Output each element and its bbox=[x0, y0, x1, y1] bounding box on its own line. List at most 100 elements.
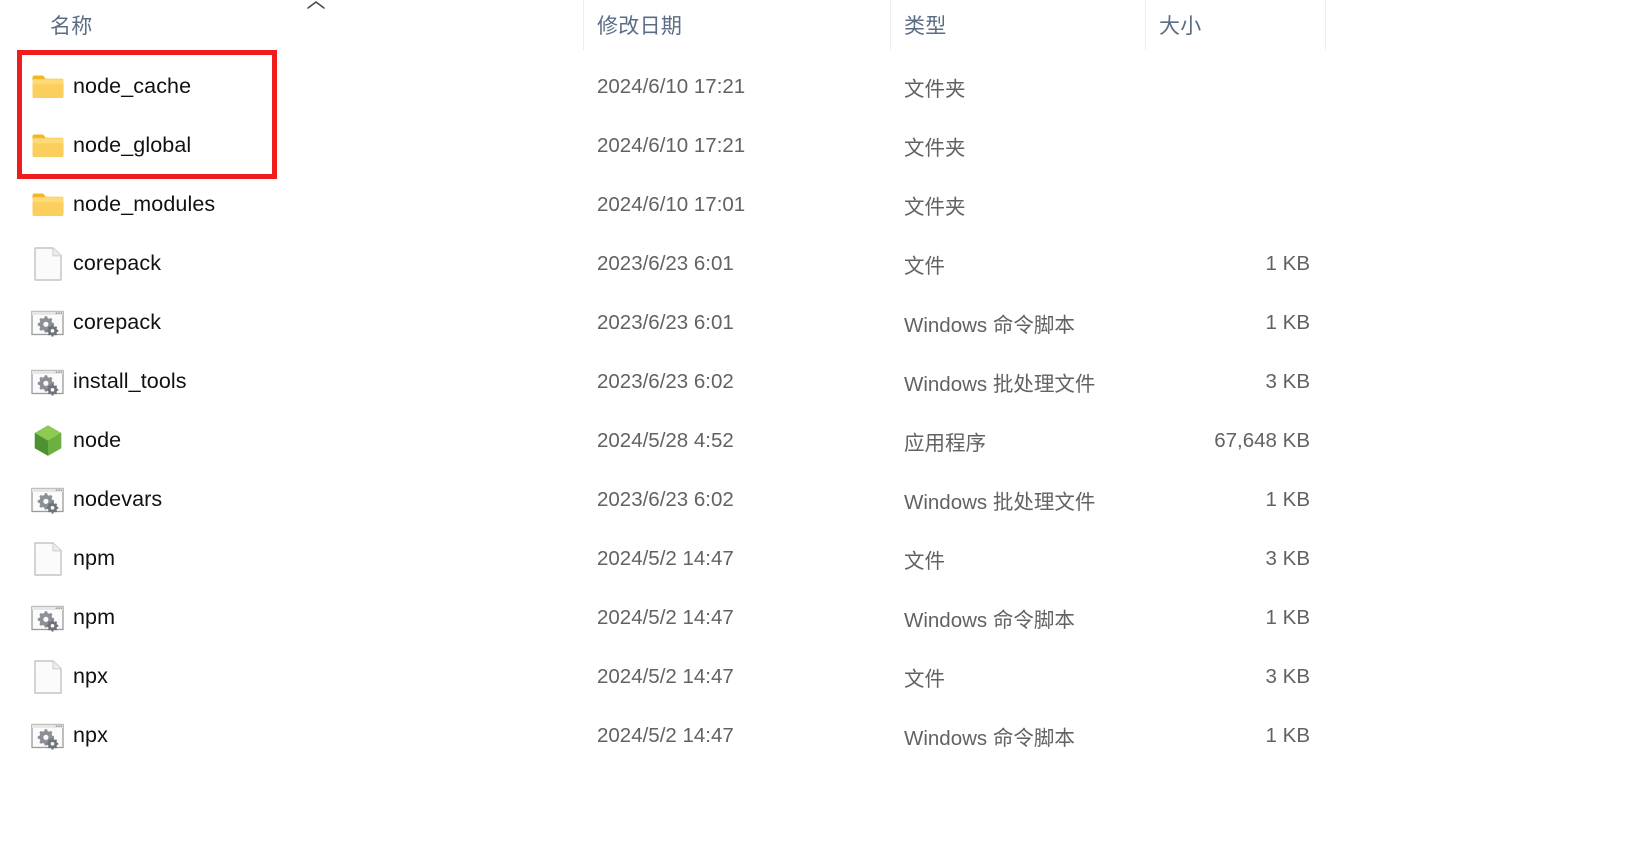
file-row-size-cell bbox=[1145, 57, 1310, 116]
file-name-label: node bbox=[73, 428, 122, 452]
file-row[interactable]: npm 2024/5/2 14:47 文件 3 KB bbox=[0, 529, 1644, 588]
file-explorer-list-view: 名称 修改日期 类型 大小 node_cache 2024/6/10 17:21 文… bbox=[0, 0, 1644, 852]
file-row-size-cell: 1 KB bbox=[1265, 605, 1310, 629]
file-row-size-cell: 3 KB bbox=[1265, 546, 1310, 570]
file-row[interactable]: node_modules 2024/6/10 17:01 文件夹 bbox=[0, 175, 1644, 234]
file-row[interactable]: npx 2024/5/2 14:47 Windows 命令脚本 1 KB bbox=[0, 706, 1644, 765]
folder-icon bbox=[30, 187, 66, 223]
file-row-size-cell bbox=[1145, 175, 1310, 234]
file-row-date-cell: 2024/5/2 14:47 bbox=[597, 664, 734, 688]
file-name-with-icon: nodevars bbox=[30, 482, 162, 518]
file-row-name-cell[interactable]: node_global bbox=[30, 116, 583, 175]
file-name-label: corepack bbox=[73, 251, 162, 275]
file-row-type-cell: 文件夹 bbox=[904, 195, 966, 219]
file-name-with-icon: node_global bbox=[30, 128, 191, 164]
file-row-name-cell[interactable]: corepack bbox=[30, 293, 583, 352]
script-file-icon bbox=[30, 718, 66, 754]
file-row-type-cell: Windows 命令脚本 bbox=[904, 313, 1075, 337]
file-row[interactable]: node_cache 2024/6/10 17:21 文件夹 bbox=[0, 57, 1644, 116]
file-row-size-cell: 1 KB bbox=[1265, 251, 1310, 275]
file-name-label: npm bbox=[73, 605, 116, 629]
file-row-name-cell[interactable]: install_tools bbox=[30, 352, 583, 411]
file-row[interactable]: install_tools 2023/6/23 6:02 Windows 批处理文件… bbox=[0, 352, 1644, 411]
folder-icon bbox=[30, 69, 66, 105]
column-header-size[interactable]: 大小 bbox=[1159, 0, 1325, 50]
column-header-type[interactable]: 类型 bbox=[904, 0, 1145, 50]
file-name-with-icon: corepack bbox=[30, 305, 161, 341]
file-row-size-cell: 1 KB bbox=[1265, 310, 1310, 334]
file-row-name-cell[interactable]: npx bbox=[30, 647, 583, 706]
file-row-name-cell[interactable]: npm bbox=[30, 588, 583, 647]
file-row-name-cell[interactable]: node_cache bbox=[30, 57, 583, 116]
file-row-name-cell[interactable]: node_modules bbox=[30, 175, 583, 234]
column-header-type-label: 类型 bbox=[904, 15, 947, 38]
file-name-with-icon: node_modules bbox=[30, 187, 215, 223]
file-row-date-cell: 2023/6/23 6:01 bbox=[597, 310, 734, 334]
file-row-date-cell: 2024/5/2 14:47 bbox=[597, 723, 734, 747]
file-row-date-cell: 2023/6/23 6:02 bbox=[597, 487, 734, 511]
column-separator-name-date[interactable] bbox=[583, 0, 584, 50]
file-row-name-cell[interactable]: corepack bbox=[30, 234, 583, 293]
blank-file-icon bbox=[30, 246, 66, 282]
column-separator-type-size[interactable] bbox=[1145, 0, 1146, 50]
file-row-date-cell: 2024/5/2 14:47 bbox=[597, 546, 734, 570]
file-row[interactable]: corepack 2023/6/23 6:01 文件 1 KB bbox=[0, 234, 1644, 293]
column-header-name-label: 名称 bbox=[50, 15, 93, 38]
nodejs-app-icon bbox=[30, 423, 66, 459]
file-row[interactable]: npm 2024/5/2 14:47 Windows 命令脚本 1 KB bbox=[0, 588, 1644, 647]
file-row-type-cell: 应用程序 bbox=[904, 431, 986, 455]
column-separator-size-end[interactable] bbox=[1325, 0, 1326, 50]
file-row-date-cell: 2024/6/10 17:21 bbox=[597, 133, 746, 157]
file-row-name-cell[interactable]: npm bbox=[30, 529, 583, 588]
file-row-type-cell: 文件 bbox=[904, 667, 945, 691]
file-row-date-cell: 2024/6/10 17:21 bbox=[597, 74, 746, 98]
script-file-icon bbox=[30, 305, 66, 341]
file-row-type-cell: Windows 批处理文件 bbox=[904, 490, 1096, 514]
file-row-type-cell: Windows 命令脚本 bbox=[904, 608, 1075, 632]
file-row-size-cell: 3 KB bbox=[1265, 664, 1310, 688]
file-row-date-cell: 2024/5/2 14:47 bbox=[597, 605, 734, 629]
file-name-label: npm bbox=[73, 546, 116, 570]
file-name-with-icon: npm bbox=[30, 541, 115, 577]
file-row-size-cell bbox=[1145, 116, 1310, 175]
column-header-date-modified[interactable]: 修改日期 bbox=[597, 0, 890, 50]
file-row-date-cell: 2023/6/23 6:02 bbox=[597, 369, 734, 393]
file-row-type-cell: 文件夹 bbox=[904, 136, 966, 160]
file-name-with-icon: corepack bbox=[30, 246, 161, 282]
file-name-with-icon: npx bbox=[30, 718, 108, 754]
column-header-size-label: 大小 bbox=[1159, 15, 1202, 38]
file-name-label: corepack bbox=[73, 310, 162, 334]
file-row-type-cell: 文件 bbox=[904, 254, 945, 278]
file-row-name-cell[interactable]: npx bbox=[30, 706, 583, 765]
file-row-size-cell: 1 KB bbox=[1265, 487, 1310, 511]
file-row-size-cell: 1 KB bbox=[1265, 723, 1310, 747]
script-file-icon bbox=[30, 364, 66, 400]
file-row[interactable]: nodevars 2023/6/23 6:02 Windows 批处理文件 1 KB bbox=[0, 470, 1644, 529]
column-header-name[interactable]: 名称 bbox=[50, 0, 583, 50]
file-name-with-icon: npx bbox=[30, 659, 108, 695]
file-name-label: node_global bbox=[73, 133, 192, 157]
file-row[interactable]: node 2024/5/28 4:52 应用程序 67,648 KB bbox=[0, 411, 1644, 470]
file-row[interactable]: corepack 2023/6/23 6:01 Windows 命令脚本 1 KB bbox=[0, 293, 1644, 352]
file-name-label: node_modules bbox=[73, 192, 216, 216]
file-row[interactable]: npx 2024/5/2 14:47 文件 3 KB bbox=[0, 647, 1644, 706]
file-name-label: node_cache bbox=[73, 74, 192, 98]
file-row-type-cell: 文件 bbox=[904, 549, 945, 573]
column-header-row: 名称 修改日期 类型 大小 bbox=[0, 0, 1644, 50]
file-list: node_cache 2024/6/10 17:21 文件夹 node_global 2… bbox=[0, 50, 1644, 852]
file-name-with-icon: install_tools bbox=[30, 364, 187, 400]
file-row-type-cell: Windows 批处理文件 bbox=[904, 372, 1096, 396]
blank-file-icon bbox=[30, 541, 66, 577]
file-name-with-icon: npm bbox=[30, 600, 115, 636]
file-name-with-icon: node_cache bbox=[30, 69, 191, 105]
file-row-name-cell[interactable]: nodevars bbox=[30, 470, 583, 529]
column-separator-date-type[interactable] bbox=[890, 0, 891, 50]
file-row-name-cell[interactable]: node bbox=[30, 411, 583, 470]
file-row[interactable]: node_global 2024/6/10 17:21 文件夹 bbox=[0, 116, 1644, 175]
file-row-size-cell: 3 KB bbox=[1265, 369, 1310, 393]
script-file-icon bbox=[30, 482, 66, 518]
column-header-date-modified-label: 修改日期 bbox=[597, 15, 683, 38]
script-file-icon bbox=[30, 600, 66, 636]
file-row-date-cell: 2023/6/23 6:01 bbox=[597, 251, 734, 275]
file-name-label: nodevars bbox=[73, 487, 163, 511]
